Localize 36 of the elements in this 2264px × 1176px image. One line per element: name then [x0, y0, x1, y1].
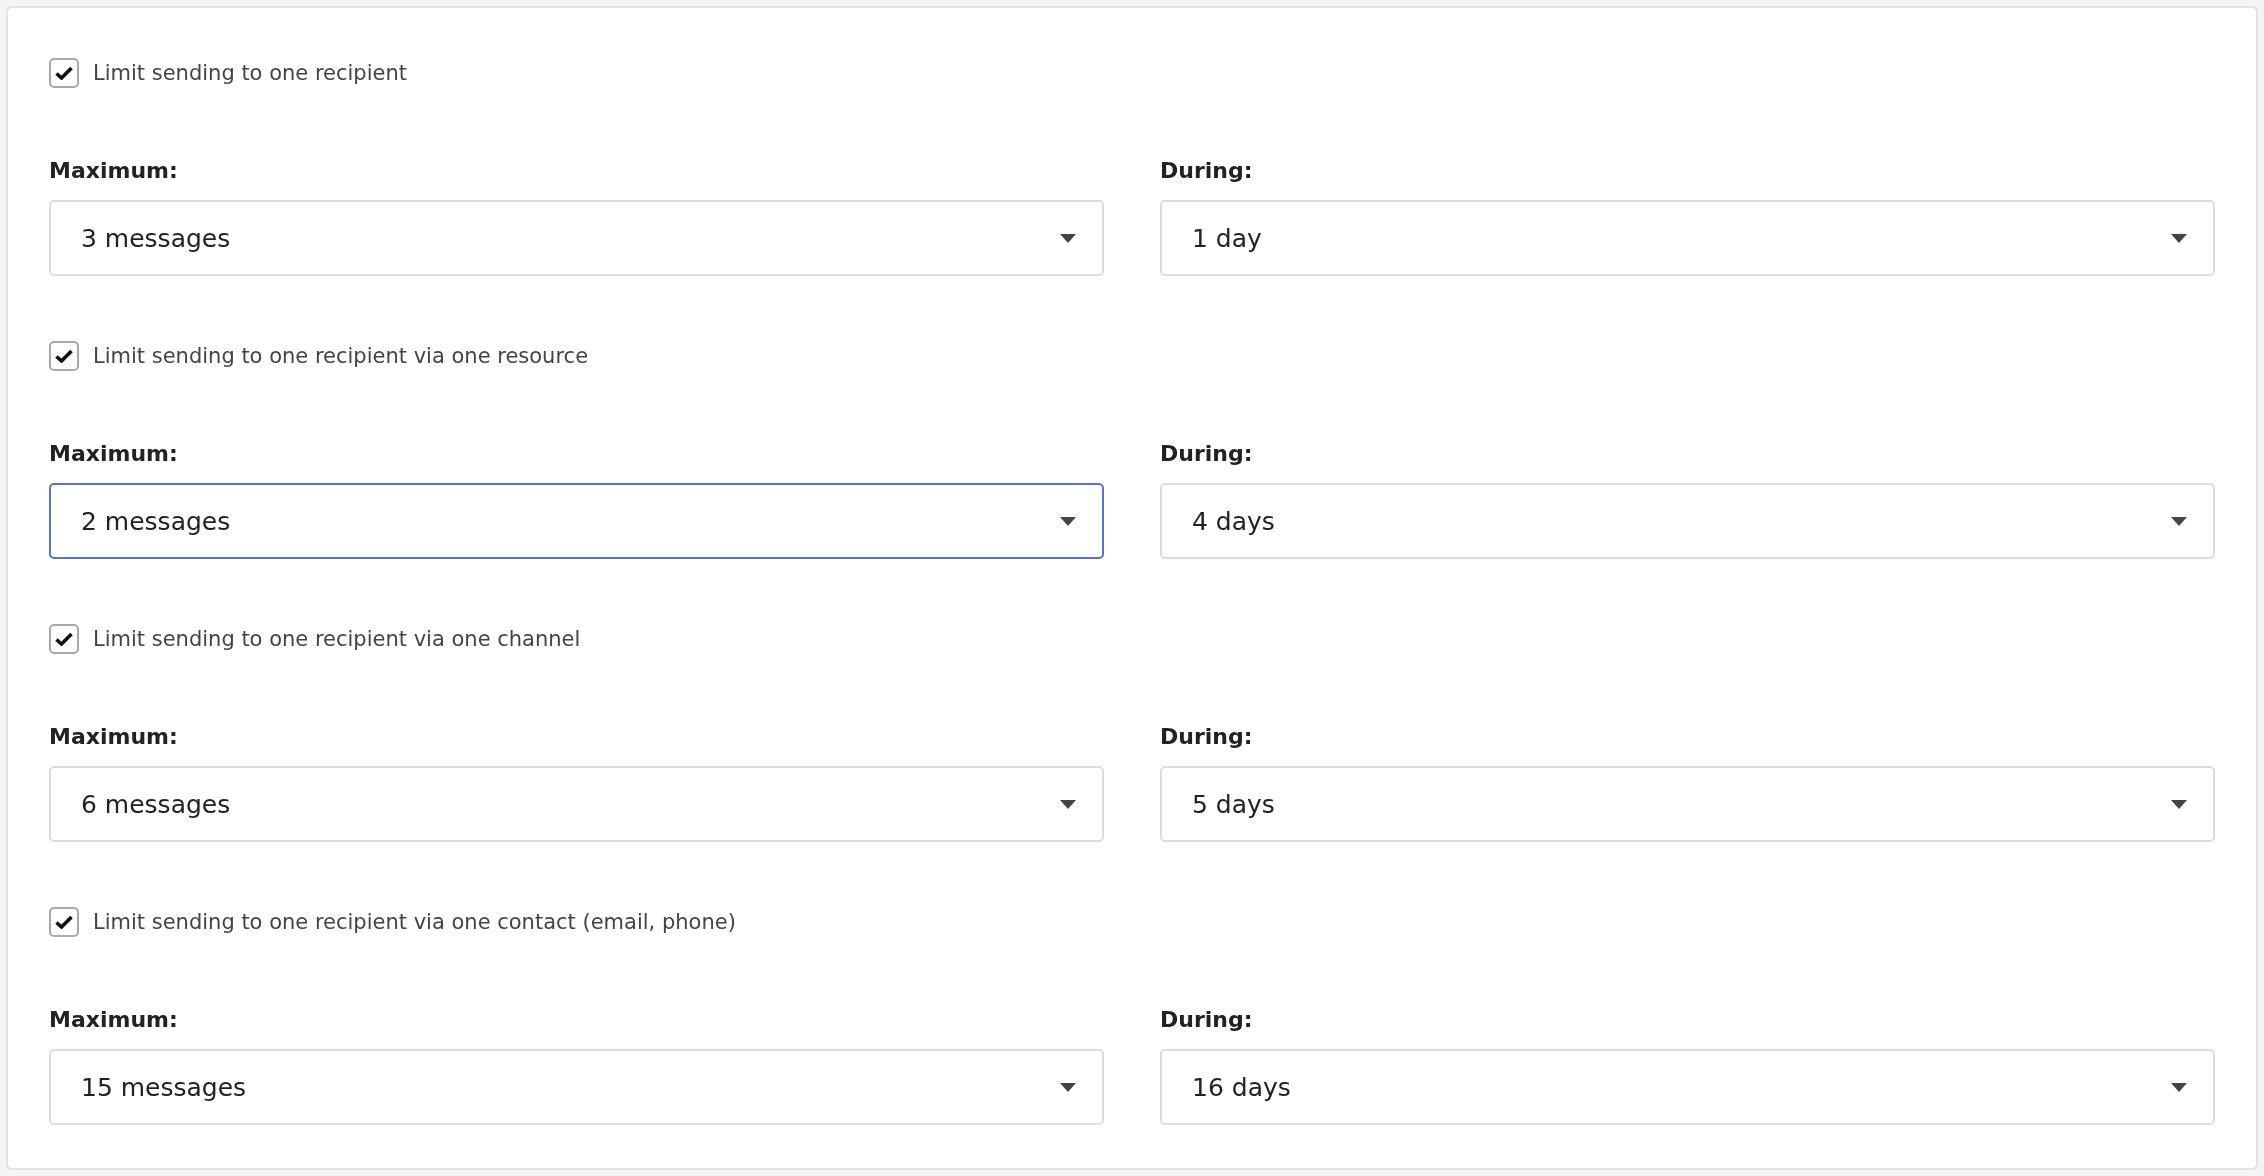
- dropdown-select[interactable]: 16 days: [1160, 1049, 2215, 1125]
- dropdown-select[interactable]: 3 messages: [49, 200, 1104, 276]
- checkbox[interactable]: [49, 907, 79, 937]
- dropdown-select[interactable]: 2 messages: [49, 483, 1104, 559]
- caret-icon: [1060, 233, 1076, 243]
- field-label: Maximum:: [49, 157, 179, 185]
- checkbox-label: Limit sending to one recipient via one contact (email, phone): [93, 910, 736, 934]
- caret-icon: [2171, 1082, 2187, 1092]
- caret-icon: [2171, 799, 2187, 809]
- field-label: Maximum:: [49, 1006, 179, 1034]
- checkmark-icon: [55, 349, 73, 363]
- dropdown-select[interactable]: 15 messages: [49, 1049, 1104, 1125]
- checkbox[interactable]: [49, 341, 79, 371]
- checkbox-label: Limit sending to one recipient: [93, 61, 407, 85]
- dropdown-select[interactable]: 4 days: [1160, 483, 2215, 559]
- dropdown-select[interactable]: 5 days: [1160, 766, 2215, 842]
- checkmark-icon: [55, 632, 73, 646]
- caret-icon: [1060, 1082, 1076, 1092]
- field-label: During:: [1160, 723, 1254, 751]
- dropdown-select[interactable]: 1 day: [1160, 200, 2215, 276]
- caret-icon: [2171, 516, 2187, 526]
- checkbox-label: Limit sending to one recipient via one resource: [93, 344, 589, 368]
- field-label: Maximum:: [49, 723, 179, 751]
- field-label: Maximum:: [49, 440, 179, 468]
- field-label: During:: [1160, 157, 1254, 185]
- caret-icon: [2171, 233, 2187, 243]
- field-label: During:: [1160, 1006, 1254, 1034]
- checkmark-icon: [55, 66, 73, 80]
- caret-icon: [1060, 799, 1076, 809]
- caret-icon: [1060, 516, 1076, 526]
- dropdown-select[interactable]: 6 messages: [49, 766, 1104, 842]
- checkbox-label: Limit sending to one recipient via one channel: [93, 627, 581, 651]
- checkmark-icon: [55, 915, 73, 929]
- checkbox[interactable]: [49, 58, 79, 88]
- field-label: During:: [1160, 440, 1254, 468]
- checkbox[interactable]: [49, 624, 79, 654]
